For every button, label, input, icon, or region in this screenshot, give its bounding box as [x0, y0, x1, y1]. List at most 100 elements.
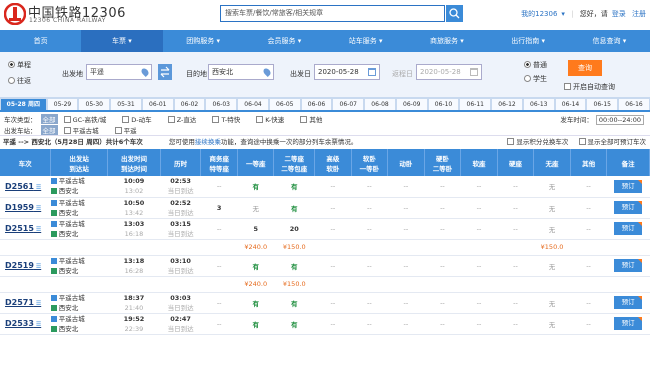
train-number-link[interactable]: D2571 ☰: [0, 292, 51, 314]
nav-business[interactable]: 商旅服务 ▾: [406, 30, 487, 52]
all-stations-button[interactable]: 全部: [40, 125, 58, 135]
seat-availability: --: [424, 255, 461, 277]
seat-availability: 无: [533, 197, 571, 219]
end-station-icon: [50, 209, 57, 216]
dropdown-icon[interactable]: ☰: [34, 300, 41, 307]
book-button[interactable]: 预订: [614, 222, 643, 235]
type-other-checkbox[interactable]: 其他: [300, 114, 322, 124]
depart-date-input[interactable]: 2020-05-28: [314, 64, 380, 80]
date-tab[interactable]: 06-07: [332, 98, 365, 110]
type-d-checkbox[interactable]: D-动车: [122, 114, 152, 124]
trip-oneway-radio[interactable]: 单程: [8, 60, 31, 70]
seat-availability: --: [351, 218, 388, 240]
date-tab[interactable]: 06-08: [364, 98, 396, 110]
dropdown-icon[interactable]: ☰: [34, 263, 41, 270]
show-points-checkbox[interactable]: 显示积分兑换车次: [507, 138, 568, 146]
transfer-link[interactable]: 接续换乘: [195, 138, 221, 146]
seat-availability: --: [351, 176, 388, 198]
train-number-link[interactable]: D1959 ☰: [0, 197, 51, 219]
date-tab[interactable]: 06-15: [586, 98, 619, 110]
dropdown-icon[interactable]: ☰: [34, 226, 41, 233]
station-pingyao-checkbox[interactable]: 平遥: [114, 125, 137, 135]
register-link[interactable]: 注册: [632, 10, 646, 18]
train-number-link[interactable]: D2519 ☰: [0, 255, 51, 277]
date-tab[interactable]: 06-01: [141, 98, 174, 110]
train-number-link[interactable]: D2533 ☰: [0, 313, 51, 335]
column-header: 商务座 特等座: [200, 149, 238, 176]
seat-price: [497, 239, 534, 256]
return-date-input[interactable]: 2020-05-28: [416, 64, 482, 80]
date-tab[interactable]: 05-29: [46, 98, 79, 110]
book-button[interactable]: 预订: [614, 259, 643, 272]
from-station-name: 平遥古城: [58, 256, 85, 265]
type-k-checkbox[interactable]: K-快速: [256, 114, 284, 124]
nav-tickets[interactable]: 车票 ▾: [81, 30, 163, 52]
train-number-link[interactable]: D2561 ☰: [0, 176, 51, 198]
date-tab[interactable]: 06-11: [459, 98, 492, 110]
my12306-link[interactable]: 我的12306: [521, 10, 557, 18]
from-station-name: 平遥古城: [58, 293, 85, 302]
date-tab[interactable]: 06-13: [522, 98, 555, 110]
date-tab[interactable]: 06-04: [237, 98, 269, 110]
train-number-link[interactable]: D2515 ☰: [0, 218, 51, 240]
date-tab[interactable]: 05-30: [78, 98, 111, 110]
nav-guide[interactable]: 出行指南 ▾: [488, 30, 569, 52]
date-tab[interactable]: 06-05: [268, 98, 301, 110]
date-tab[interactable]: 06-02: [173, 98, 206, 110]
book-button[interactable]: 预订: [614, 179, 643, 193]
trip-return-radio[interactable]: 往返: [8, 76, 31, 86]
book-button[interactable]: 预订: [614, 296, 643, 309]
date-tab[interactable]: 06-12: [491, 98, 523, 110]
departure-time-select[interactable]: 00:00--24:00: [595, 115, 644, 125]
seat-availability: 20: [273, 218, 315, 240]
date-tab[interactable]: 06-14: [554, 98, 587, 110]
book-button[interactable]: 预订: [614, 201, 643, 214]
from-station-input[interactable]: 平遥: [86, 64, 152, 80]
nav-member[interactable]: 会员服务 ▾: [244, 30, 325, 52]
swap-icon: [160, 66, 170, 78]
passenger-adult-radio[interactable]: 普通: [524, 60, 547, 70]
nav-group[interactable]: 团购服务 ▾: [163, 30, 244, 52]
book-button[interactable]: 预订: [614, 317, 643, 330]
site-search-input[interactable]: 搜索车票/餐饮/常旅客/相关规章: [220, 5, 445, 22]
type-t-checkbox[interactable]: T-特快: [212, 114, 240, 124]
auto-query-checkbox[interactable]: 开启自动查询: [564, 82, 615, 92]
station-pingyaogucheng-checkbox[interactable]: 平遥古城: [63, 125, 99, 135]
duration: 02:47: [170, 314, 191, 323]
column-header: 出发时间 到达时间: [107, 149, 161, 176]
to-label: 目的地: [186, 70, 207, 78]
dropdown-icon[interactable]: ☰: [34, 184, 41, 191]
date-tab[interactable]: 06-06: [300, 98, 333, 110]
nav-home[interactable]: 首页: [0, 30, 81, 52]
date-tab[interactable]: 05-28 周四: [0, 98, 47, 110]
type-gc-checkbox[interactable]: GC-高铁/城: [63, 114, 106, 124]
query-button[interactable]: 查询: [568, 60, 602, 76]
depart-time: 19:52: [123, 314, 145, 323]
seat-availability: --: [460, 255, 498, 277]
nav-info[interactable]: 信息查询 ▾: [569, 30, 650, 52]
to-station-input[interactable]: 西安北: [208, 64, 274, 80]
return-label: 返程日: [392, 70, 413, 78]
all-types-button[interactable]: 全部: [40, 114, 58, 124]
date-tab[interactable]: 06-03: [205, 98, 238, 110]
login-link[interactable]: 登录: [612, 10, 626, 18]
date-tab[interactable]: 06-09: [395, 98, 428, 110]
table-header-row: 车次 出发站 到达站 出发时间 到达时间 历时 商务座 特等座 一等座 二等座 二等包座 高级 软卧 软卧…: [0, 149, 650, 176]
type-z-checkbox[interactable]: Z-直达: [167, 114, 196, 124]
seat-availability: --: [314, 176, 352, 198]
dropdown-icon[interactable]: ☰: [34, 205, 41, 212]
seat-availability: 有: [273, 197, 315, 219]
swap-stations-button[interactable]: [158, 64, 172, 80]
date-tab[interactable]: 05-31: [110, 98, 142, 110]
date-tab[interactable]: 06-10: [427, 98, 460, 110]
seat-availability: --: [424, 218, 461, 240]
query-panel: 单程 往返 出发地 平遥 目的地 西安北 出发日 2020-05-28 返程日 …: [0, 52, 650, 98]
seat-availability: --: [460, 313, 498, 335]
depart-time: 10:50: [123, 198, 145, 207]
search-button[interactable]: [446, 5, 463, 22]
show-all-checkbox[interactable]: 显示全部可预订车次: [578, 138, 646, 146]
dropdown-icon[interactable]: ☰: [34, 321, 41, 328]
nav-station[interactable]: 站车服务 ▾: [325, 30, 406, 52]
date-tab[interactable]: 06-16: [618, 98, 650, 110]
passenger-student-radio[interactable]: 学生: [524, 74, 547, 84]
